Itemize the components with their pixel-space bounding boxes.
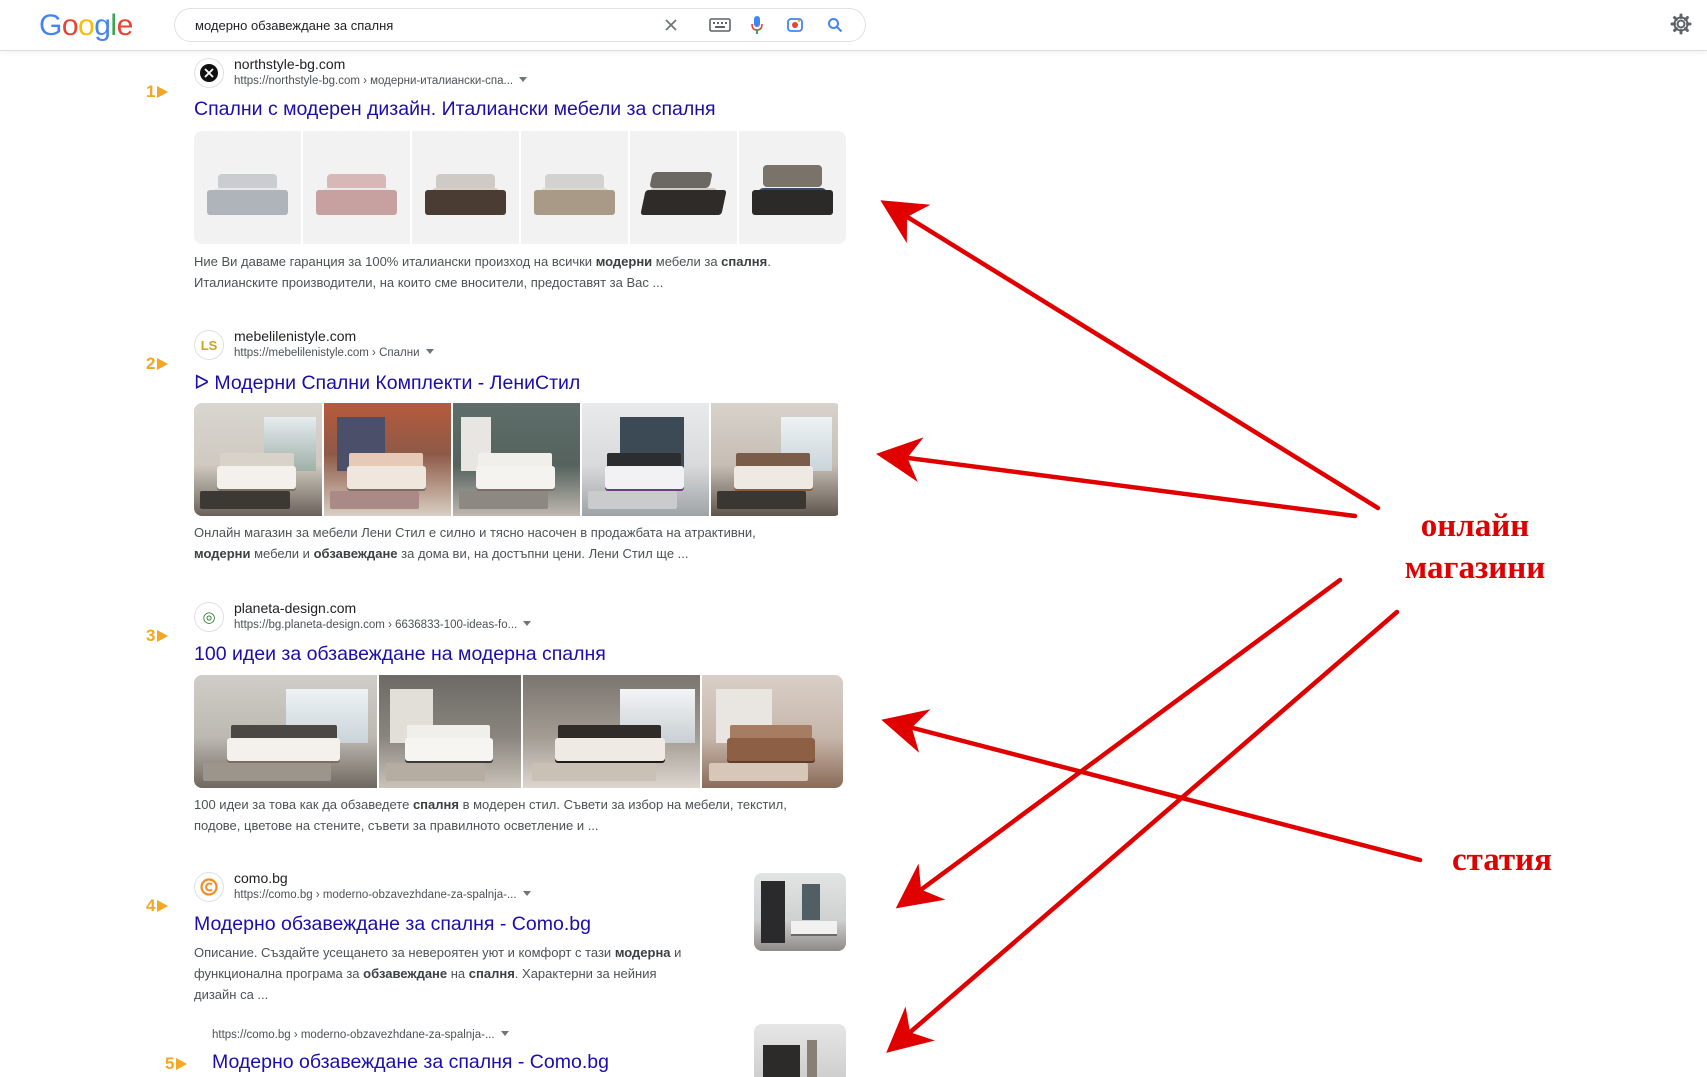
site-name[interactable]: northstyle-bg.com xyxy=(234,56,345,72)
result-snippet: Ние Ви даваме гаранция за 100% италианск… xyxy=(194,254,771,290)
result-url[interactable]: https://mebelilenistyle.com › Спални xyxy=(234,347,434,359)
bedroom-image[interactable] xyxy=(194,675,377,788)
bed-image[interactable] xyxy=(739,131,846,244)
result-url[interactable]: https://bg.planeta-design.com › 6636833-… xyxy=(234,619,532,631)
camera-lens-icon[interactable] xyxy=(785,15,805,35)
bed-image[interactable] xyxy=(630,131,737,244)
clear-icon[interactable] xyxy=(661,15,681,35)
result-url[interactable]: https://como.bg › moderno-obzavezhdane-z… xyxy=(212,1029,509,1041)
result-thumbnail[interactable] xyxy=(754,1024,846,1077)
site-favicon[interactable] xyxy=(194,58,224,88)
chevron-down-icon[interactable] xyxy=(519,77,528,82)
site-name[interactable]: mebelilenistyle.com xyxy=(234,328,356,344)
image-strip xyxy=(194,675,843,788)
bedroom-image[interactable] xyxy=(379,675,521,788)
result-url[interactable]: https://como.bg › moderno-obzavezhdane-z… xyxy=(234,889,531,901)
result-title-link[interactable]: 100 идеи за обзавеждане на модерна спалн… xyxy=(194,643,606,666)
bedroom-image[interactable] xyxy=(711,403,838,516)
bed-image[interactable] xyxy=(303,131,410,244)
bedroom-image[interactable] xyxy=(702,675,843,788)
rank-marker: 1 xyxy=(146,82,169,102)
rank-marker: 4 xyxy=(146,896,169,916)
site-name[interactable]: planeta-design.com xyxy=(234,600,356,616)
image-strip xyxy=(194,403,842,516)
arrow-to-result-4 xyxy=(895,577,1343,909)
online-stores-label: онлайн магазини xyxy=(1404,508,1546,586)
site-favicon[interactable]: ◎ xyxy=(194,602,224,632)
bedroom-image[interactable] xyxy=(194,403,322,516)
result-title-link[interactable]: Спални с модерен дизайн. Италиански мебе… xyxy=(194,98,716,121)
keyboard-icon[interactable] xyxy=(708,15,732,35)
result-snippet: Описание. Създайте усещането за невероят… xyxy=(194,945,682,1002)
result-thumbnail[interactable] xyxy=(754,873,846,951)
result-snippet: 100 идеи за това как да обзаведете спалн… xyxy=(194,797,787,833)
result-title-link[interactable]: Модерно обзавеждане за спалня - Como.bg xyxy=(194,913,591,936)
chevron-down-icon[interactable] xyxy=(523,621,532,626)
microphone-icon[interactable] xyxy=(747,15,767,35)
bedroom-image[interactable] xyxy=(582,403,709,516)
bedroom-image[interactable] xyxy=(523,675,700,788)
arrow-to-result-1 xyxy=(880,200,1381,511)
google-logo[interactable]: Google xyxy=(39,9,133,43)
site-name[interactable]: como.bg xyxy=(234,870,288,886)
site-favicon[interactable] xyxy=(194,872,224,902)
result-title-link[interactable]: ᐅ Модерни Спални Комплекти - ЛениСтил xyxy=(194,371,580,395)
bedroom-image[interactable] xyxy=(324,403,451,516)
chevron-down-icon[interactable] xyxy=(425,349,434,354)
search-input[interactable] xyxy=(195,15,635,35)
rank-marker: 2 xyxy=(146,354,169,374)
rank-marker: 3 xyxy=(146,626,169,646)
bed-image[interactable] xyxy=(521,131,628,244)
bedroom-image[interactable] xyxy=(453,403,580,516)
top-bar: Google xyxy=(0,0,1707,51)
search-box[interactable] xyxy=(174,8,866,42)
arrow-to-result-5 xyxy=(886,609,1400,1053)
result-snippet: Онлайн магазин за мебели Лени Стил е сил… xyxy=(194,525,756,561)
settings-gear-icon[interactable] xyxy=(1670,13,1692,35)
arrow-to-result-3 xyxy=(881,709,1423,863)
rank-marker: 5 xyxy=(165,1054,188,1074)
chevron-down-icon[interactable] xyxy=(500,1031,509,1036)
search-icon[interactable] xyxy=(825,15,845,35)
site-favicon[interactable]: LS xyxy=(194,330,224,360)
article-label: статия xyxy=(1452,842,1552,878)
arrow-to-result-2 xyxy=(876,437,1358,519)
image-strip xyxy=(194,131,846,244)
bed-image[interactable] xyxy=(194,131,301,244)
result-url[interactable]: https://northstyle-bg.com › модерни-итал… xyxy=(234,75,528,87)
bed-image[interactable] xyxy=(412,131,519,244)
chevron-down-icon[interactable] xyxy=(522,891,531,896)
result-title-link[interactable]: Модерно обзавеждане за спалня - Como.bg xyxy=(212,1051,609,1074)
